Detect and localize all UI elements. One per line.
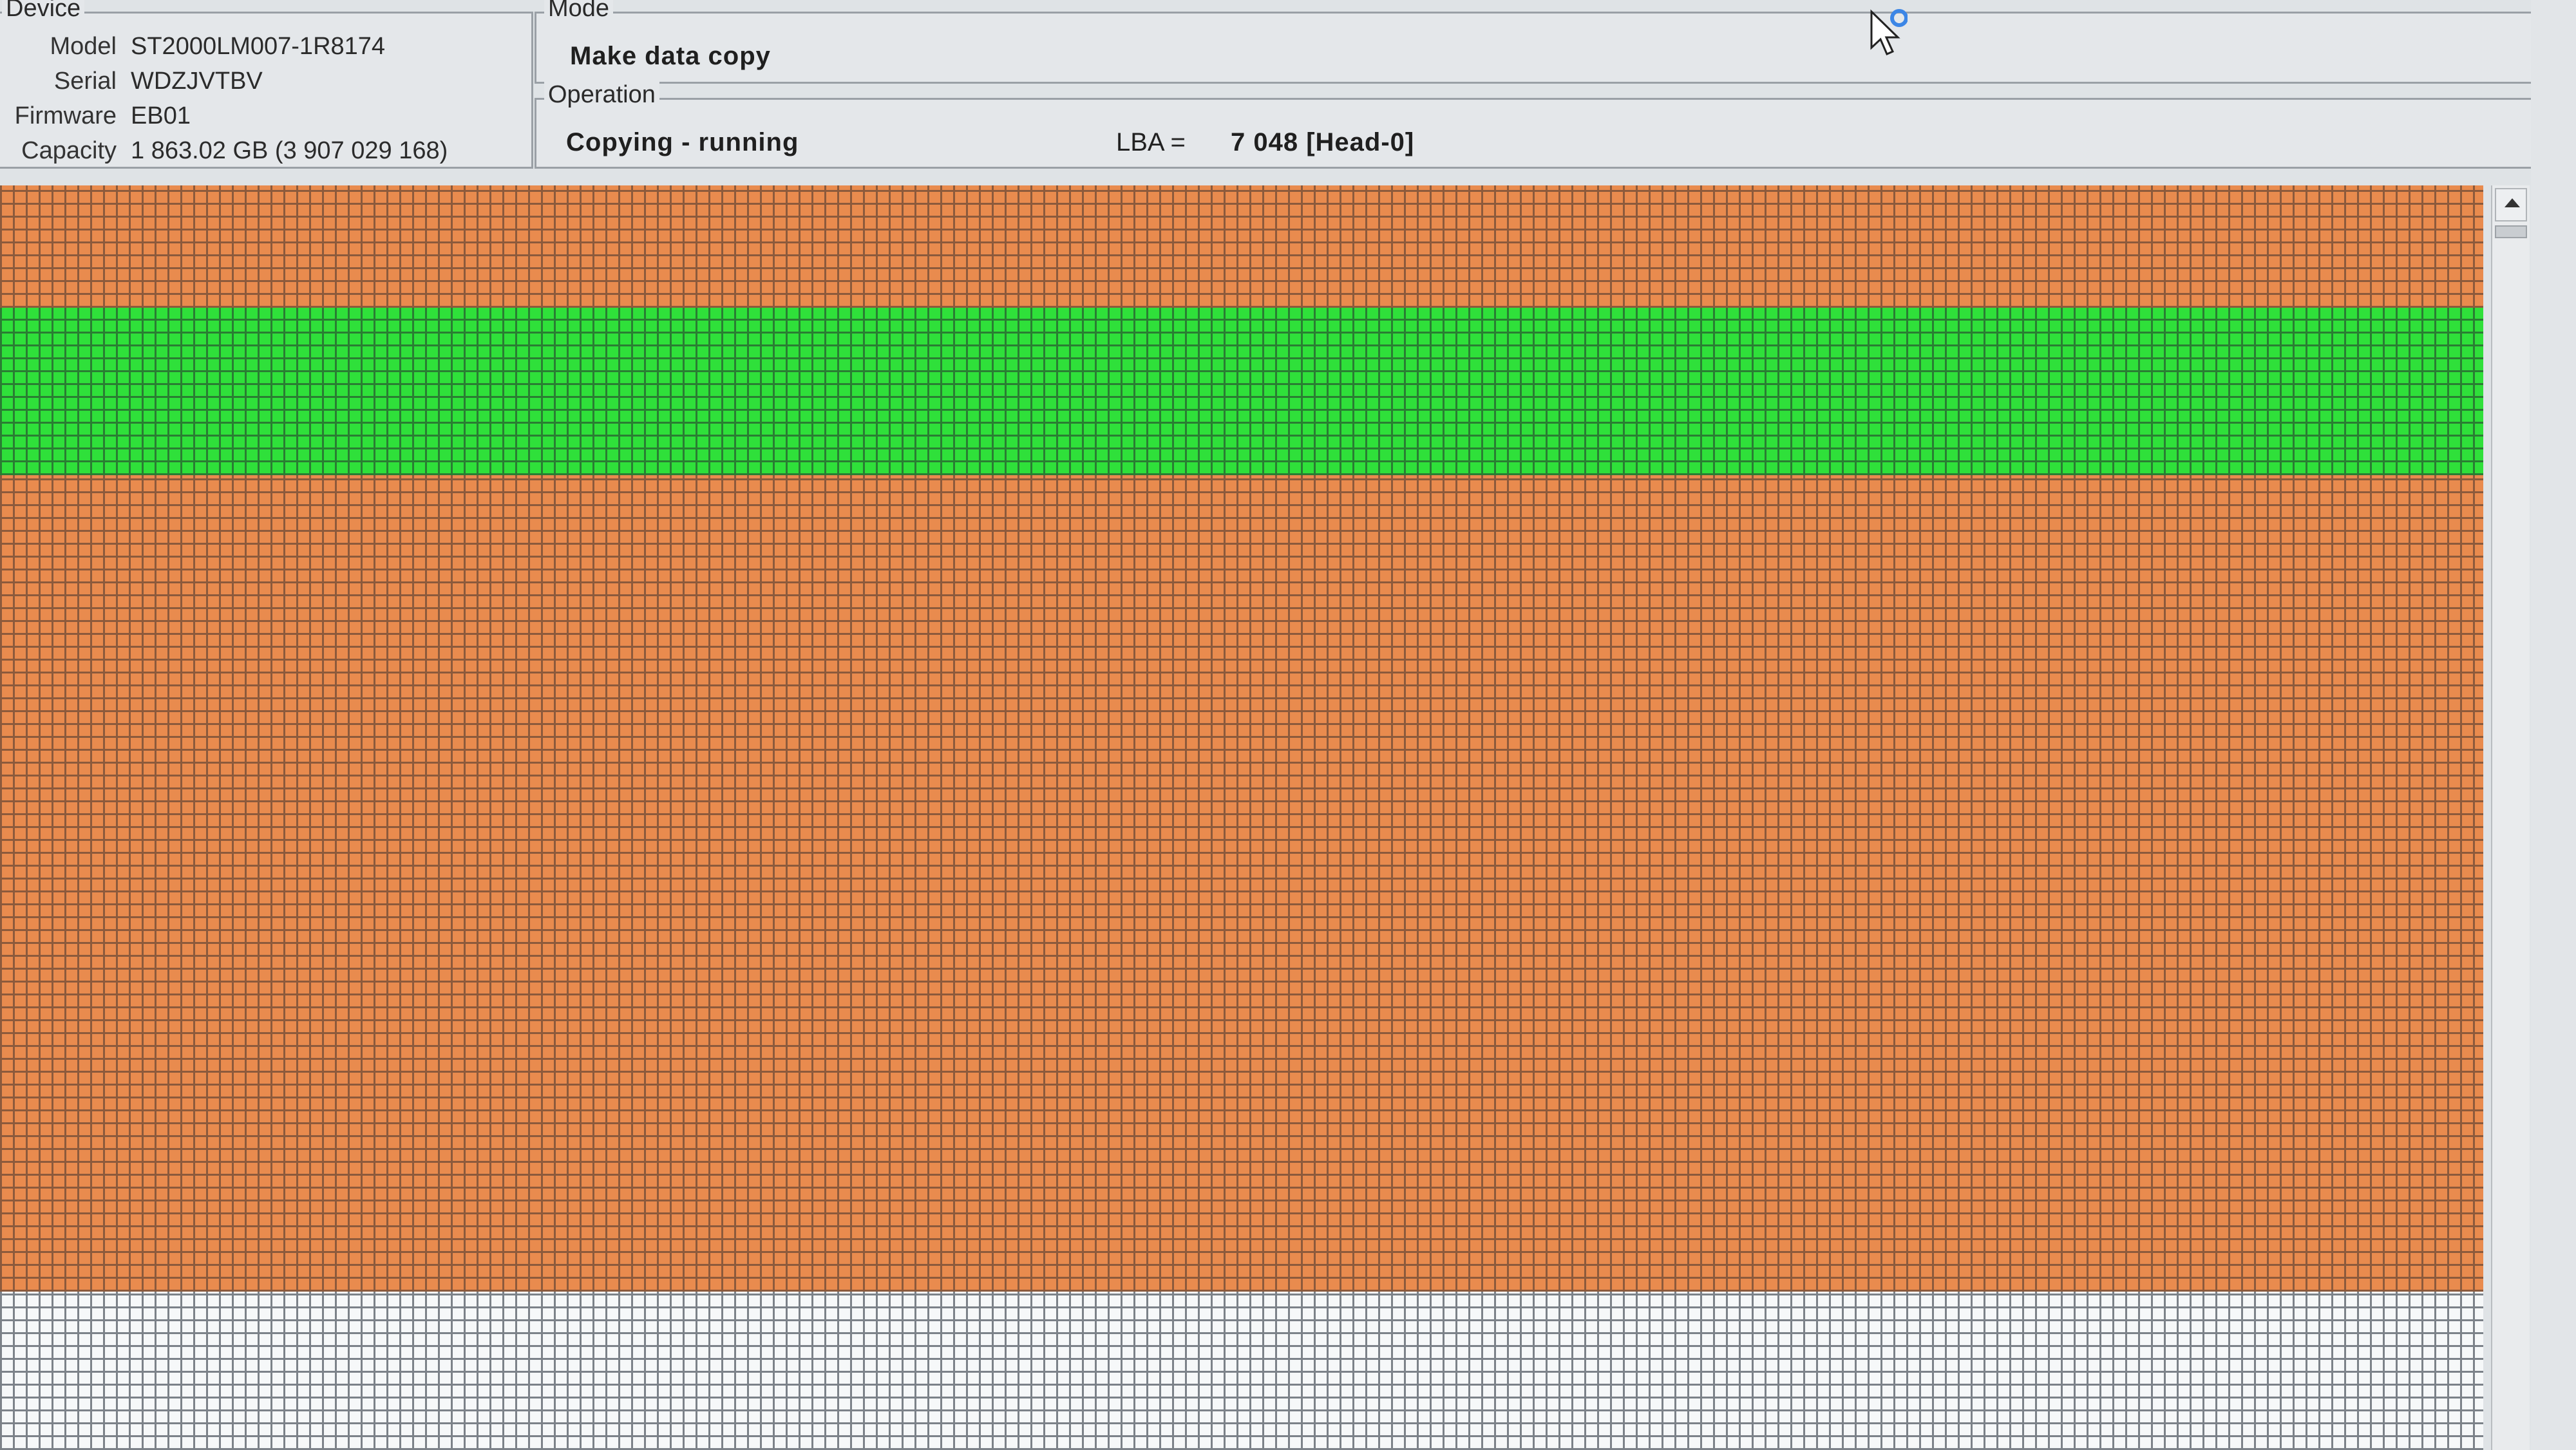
capacity-row: Capacity 1 863.02 GB (3 907 029 168) [0,136,448,165]
busy-spinner-icon [1890,9,1908,27]
lba-label: LBA = [1116,128,1186,156]
model-value: ST2000LM007-1R8174 [131,33,386,60]
firmware-value: EB01 [131,102,191,129]
hdd-copy-window: Device Model ST2000LM007-1R8174 Serial WDZ… [0,0,2576,1450]
scroll-up-arrow-icon[interactable] [2495,188,2527,221]
map-scrollbar[interactable] [2491,185,2530,1450]
model-label: Model [50,33,117,60]
operation-panel: Operation Copying - running LBA = 7 048 … [535,80,2536,169]
sector-map [0,185,2483,1450]
firmware-row: Firmware EB01 [0,101,191,131]
busy-cursor-icon [1870,9,1908,55]
serial-label: Serial [53,68,117,95]
serial-row: Serial WDZJVTBV [0,66,263,96]
firmware-label: Firmware [14,102,117,129]
sector-block-read-error [0,475,2483,1292]
serial-value: WDZJVTBV [131,68,263,95]
scroll-thumb[interactable] [2495,225,2527,238]
window-edge [2531,0,2576,1450]
device-legend: Device [2,0,85,23]
mode-legend: Mode [544,0,614,23]
operation-status: Copying - running [566,128,799,156]
operation-legend: Operation [544,80,659,109]
sector-block-unprocessed [0,1292,2483,1450]
model-row: Model ST2000LM007-1R8174 [0,32,386,61]
capacity-value: 1 863.02 GB (3 907 029 168) [131,137,448,164]
mode-panel: Mode Make data copy [535,0,2536,84]
lba-value: 7 048 [Head-0] [1231,128,1415,156]
sector-block-copied [0,308,2483,475]
capacity-label: Capacity [21,137,117,164]
mode-value: Make data copy [570,42,771,70]
device-panel: Device Model ST2000LM007-1R8174 Serial WDZ… [0,0,533,169]
sector-block-read-error [0,185,2483,308]
